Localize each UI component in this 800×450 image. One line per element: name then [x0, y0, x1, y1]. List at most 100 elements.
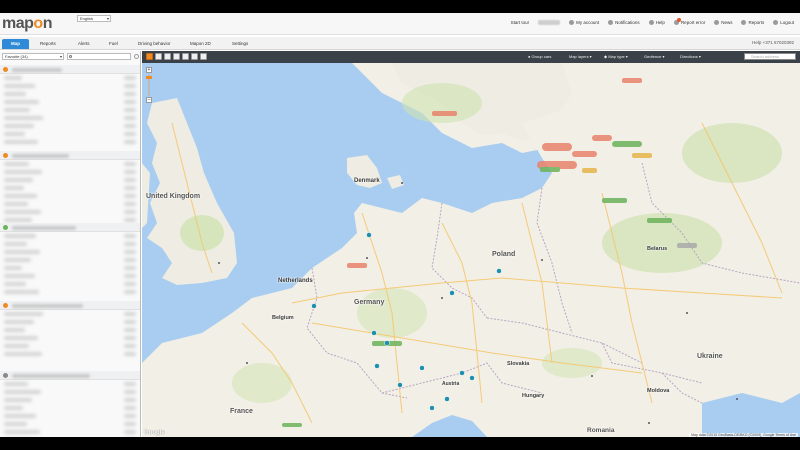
vehicle-group[interactable] — [0, 301, 140, 358]
vehicle-row[interactable] — [0, 232, 140, 240]
vehicle-row[interactable] — [0, 138, 140, 146]
vehicle-row[interactable] — [0, 404, 140, 412]
map-attribution[interactable]: Map data ©2015 GeoBasis-DE/BKG (©2009), … — [689, 433, 798, 437]
vehicle-group-header[interactable] — [0, 301, 140, 310]
geofence-menu[interactable]: Geofence ▾ — [644, 54, 664, 59]
news-link[interactable]: News — [714, 20, 732, 25]
favorites-select[interactable]: Favorite (34) — [2, 53, 65, 60]
vehicle-row[interactable] — [0, 114, 140, 122]
vehicle-row[interactable] — [0, 98, 140, 106]
vehicle-row[interactable] — [0, 388, 140, 396]
tab-mapon-2d[interactable]: Mapon 2D — [186, 39, 215, 49]
vehicle-row[interactable] — [0, 168, 140, 176]
vehicle-row[interactable] — [0, 106, 140, 114]
reports-link[interactable]: Reports — [741, 20, 764, 25]
vehicle-row[interactable] — [0, 420, 140, 428]
select-tool-icon[interactable] — [146, 53, 153, 60]
print-tool-icon[interactable] — [191, 53, 198, 60]
tab-map[interactable]: Map — [2, 39, 29, 49]
zoom-slider-handle[interactable] — [146, 76, 152, 79]
blurred-vehicle-status — [124, 290, 136, 294]
vehicle-row[interactable] — [0, 130, 140, 138]
vehicle-group-header[interactable] — [0, 65, 140, 74]
zoom-slider[interactable] — [146, 74, 152, 96]
vehicle-row[interactable] — [0, 90, 140, 98]
vehicle-row[interactable] — [0, 288, 140, 296]
zoom-out-button[interactable]: – — [146, 97, 152, 103]
map-canvas[interactable]: + – United Kingdom Denmark Netherlands B… — [142, 63, 800, 437]
traffic-tool-icon[interactable] — [182, 53, 189, 60]
my-account-link[interactable]: My account — [569, 20, 599, 25]
vehicle-row[interactable] — [0, 122, 140, 130]
vehicle-row[interactable] — [0, 318, 140, 326]
map-type-menu[interactable]: ◆ Map type ▾ — [604, 54, 628, 59]
ruler-tool-icon[interactable] — [155, 53, 162, 60]
vehicle-row[interactable] — [0, 74, 140, 82]
fullscreen-tool-icon[interactable] — [200, 53, 207, 60]
blurred-vehicle-status — [124, 234, 136, 238]
vehicle-row[interactable] — [0, 248, 140, 256]
vehicle-row[interactable] — [0, 240, 140, 248]
vehicle-row[interactable] — [0, 342, 140, 350]
blurred-username — [538, 20, 561, 25]
vehicle-group-header[interactable] — [0, 371, 140, 380]
blurred-vehicle-status — [124, 282, 136, 286]
route-tool-icon[interactable] — [173, 53, 180, 60]
gear-icon[interactable] — [134, 54, 139, 59]
directions-menu[interactable]: Directions ▾ — [680, 54, 701, 59]
blurred-vehicle-name — [4, 274, 35, 278]
vehicle-row[interactable] — [0, 160, 140, 168]
vehicle-row[interactable] — [0, 350, 140, 358]
map-layers-menu[interactable]: Map layers ▾ — [569, 54, 592, 59]
vehicle-row[interactable] — [0, 380, 140, 388]
vehicle-row[interactable] — [0, 310, 140, 318]
map-search-input[interactable]: Search address — [744, 53, 796, 60]
vehicle-group[interactable] — [0, 223, 140, 296]
tab-fuel[interactable]: Fuel — [105, 39, 122, 49]
vehicle-group[interactable] — [0, 65, 140, 146]
vehicle-row[interactable] — [0, 436, 140, 437]
blurred-vehicle-name — [4, 234, 36, 238]
zoom-in-button[interactable]: + — [146, 67, 152, 73]
group-cars-toggle[interactable]: ● Group cars — [528, 54, 551, 59]
vehicle-row[interactable] — [0, 396, 140, 404]
bell-icon — [608, 20, 614, 25]
tab-alerts[interactable]: Alerts — [74, 39, 94, 49]
help-link[interactable]: Help — [648, 20, 665, 25]
notifications-link[interactable]: Notifications — [608, 20, 640, 25]
tab-settings[interactable]: Settings — [228, 39, 252, 49]
vehicle-row[interactable] — [0, 412, 140, 420]
blurred-vehicle-status — [124, 116, 136, 120]
vehicle-row[interactable] — [0, 280, 140, 288]
sidebar-search-input[interactable] — [67, 53, 132, 60]
vehicle-row[interactable] — [0, 428, 140, 436]
label-denmark: Denmark — [354, 178, 380, 184]
tab-reports[interactable]: Reports — [36, 39, 60, 49]
vehicle-group[interactable] — [0, 371, 140, 437]
report-error-link[interactable]: Report error — [673, 18, 705, 25]
polygon-tool-icon[interactable] — [164, 53, 171, 60]
mapon-logo[interactable]: mapon — [2, 15, 52, 33]
vehicle-row[interactable] — [0, 256, 140, 264]
vehicle-group[interactable] — [0, 151, 140, 224]
tab-driving-behavior[interactable]: Driving behavior — [134, 39, 175, 49]
blurred-vehicle-name — [4, 320, 34, 324]
blurred-vehicle-status — [124, 140, 136, 144]
vehicle-row[interactable] — [0, 184, 140, 192]
language-select[interactable]: English — [77, 15, 111, 22]
vehicle-row[interactable] — [0, 272, 140, 280]
blurred-vehicle-status — [124, 242, 136, 246]
vehicle-row[interactable] — [0, 192, 140, 200]
vehicle-row[interactable] — [0, 176, 140, 184]
vehicle-row[interactable] — [0, 264, 140, 272]
vehicle-row[interactable] — [0, 200, 140, 208]
start-tour-link[interactable]: Start tour — [511, 20, 530, 25]
vehicle-group-header[interactable] — [0, 151, 140, 160]
vehicle-row[interactable] — [0, 82, 140, 90]
vehicle-group-header[interactable] — [0, 223, 140, 232]
label-belgium: Belgium — [272, 315, 294, 321]
logout-link[interactable]: Logout — [773, 20, 794, 25]
vehicle-row[interactable] — [0, 334, 140, 342]
vehicle-row[interactable] — [0, 208, 140, 216]
vehicle-row[interactable] — [0, 326, 140, 334]
